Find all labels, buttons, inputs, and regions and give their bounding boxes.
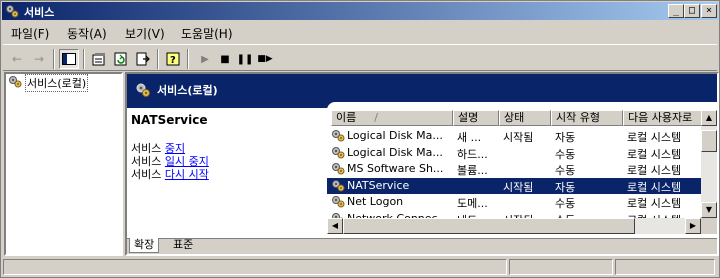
- help-icon[interactable]: ?: [163, 49, 183, 69]
- cell-logon-as: 로컬 시스템: [627, 147, 682, 161]
- vertical-scrollbar[interactable]: ▲ ▼: [701, 110, 717, 218]
- table-row[interactable]: MS Software Sh... 볼륨... 수동 로컬 시스템: [327, 161, 705, 177]
- menu-action[interactable]: 동작(A): [67, 25, 107, 42]
- cell-logon-as: 로컬 시스템: [627, 197, 682, 210]
- service-gear-icon: [331, 146, 345, 162]
- menu-help[interactable]: 도움말(H): [181, 25, 233, 42]
- restart-service-link[interactable]: 다시 시작: [165, 168, 209, 181]
- status-panel-3: [615, 259, 715, 275]
- horizontal-scrollbar[interactable]: ◀ ▶: [327, 218, 701, 234]
- status-bar: [3, 258, 717, 276]
- cell-name: Logical Disk Ma...: [347, 129, 443, 142]
- table-row[interactable]: Net Logon 도메... 수동 로컬 시스템: [327, 194, 705, 210]
- cell-logon-as: 로컬 시스템: [627, 180, 682, 194]
- details-pane: 서비스(로컬) NATService 서비스 중지 서비스 일시 중지 서비스 …: [125, 72, 719, 256]
- toolbar: ← → ? ▶ ■ ❚❚ ■▶: [3, 44, 717, 71]
- maximize-button[interactable]: □: [684, 4, 700, 18]
- status-panel-2: [509, 259, 613, 275]
- scroll-up-button[interactable]: ▲: [701, 110, 717, 126]
- export-list-icon[interactable]: [133, 49, 153, 69]
- action-restart: 서비스 다시 시작: [131, 166, 209, 182]
- cell-status: 시작됨: [503, 180, 534, 194]
- scrollbar-corner: [701, 218, 717, 234]
- service-gear-icon: [331, 195, 345, 211]
- cell-startup-type: 자동: [555, 180, 576, 194]
- scroll-thumb[interactable]: [701, 130, 717, 152]
- pause-service-icon[interactable]: ❚❚: [235, 49, 255, 69]
- service-gear-icon: [331, 129, 345, 145]
- cell-startup-type: 수동: [555, 164, 576, 177]
- cell-name: Net Logon: [347, 195, 404, 208]
- column-label: 이름: [336, 111, 357, 124]
- services-gear-icon: [135, 82, 151, 101]
- scroll-down-button[interactable]: ▼: [701, 202, 717, 218]
- services-gear-icon: [5, 4, 19, 18]
- toolbar-separator: [157, 49, 159, 69]
- service-gear-icon: [331, 162, 345, 178]
- column-header-startup-type[interactable]: 시작 유형: [551, 110, 623, 126]
- table-row[interactable]: NATService 시작됨 자동 로컬 시스템: [327, 177, 705, 195]
- restart-service-icon[interactable]: ■▶: [255, 49, 275, 69]
- cell-startup-type: 수동: [555, 147, 576, 161]
- services-window: 서비스 _ □ × 파일(F) 동작(A) 보기(V) 도움말(H) ← → ?: [0, 0, 720, 278]
- services-list: 이름 / 설명 상태 시작 유형 다음 사용자로 Logical Disk Ma.…: [327, 102, 717, 236]
- back-arrow-icon[interactable]: ←: [7, 49, 27, 69]
- services-gear-icon: [8, 75, 22, 91]
- table-row[interactable]: Logical Disk Ma... 하드... 수동 로컬 시스템: [327, 145, 705, 161]
- start-service-icon[interactable]: ▶: [195, 49, 215, 69]
- cell-logon-as: 로컬 시스템: [627, 131, 682, 144]
- action-prefix: 서비스: [131, 168, 165, 181]
- cell-description: 새 ...: [457, 131, 482, 144]
- show-hide-tree-icon[interactable]: [59, 49, 79, 69]
- toolbar-separator: [83, 49, 85, 69]
- svg-text:?: ?: [170, 55, 176, 66]
- menu-file[interactable]: 파일(F): [11, 25, 49, 42]
- service-info-panel: NATService 서비스 중지 서비스 일시 중지 서비스 다시 시작: [131, 110, 327, 240]
- view-tabs: 확장 표준: [127, 238, 717, 254]
- cell-logon-as: 로컬 시스템: [627, 164, 682, 177]
- table-row[interactable]: Logical Disk Ma... 새 ... 시작됨 자동 로컬 시스템: [327, 128, 705, 144]
- cell-status: 시작됨: [503, 131, 534, 144]
- tab-standard[interactable]: 표준: [169, 238, 197, 253]
- menu-bar: 파일(F) 동작(A) 보기(V) 도움말(H): [3, 22, 717, 42]
- forward-arrow-icon[interactable]: →: [29, 49, 49, 69]
- cell-name: Logical Disk Ma...: [347, 145, 443, 159]
- refresh-icon[interactable]: [111, 49, 131, 69]
- tab-extended[interactable]: 확장: [129, 238, 160, 253]
- horizontal-scroll-thumb[interactable]: [343, 218, 635, 234]
- cell-name: NATService: [347, 178, 410, 192]
- cell-startup-type: 수동: [555, 197, 576, 210]
- tree-item-label: 서비스(로컬): [25, 74, 89, 92]
- stop-service-icon[interactable]: ■: [215, 49, 235, 69]
- menu-view[interactable]: 보기(V): [125, 25, 165, 42]
- status-panel-main: [3, 259, 507, 275]
- selected-service-name: NATService: [131, 113, 208, 127]
- service-gear-icon: [331, 179, 345, 195]
- scroll-right-button[interactable]: ▶: [685, 218, 701, 234]
- column-header-logon-as[interactable]: 다음 사용자로: [623, 110, 705, 126]
- title-bar[interactable]: 서비스 _ □ ×: [2, 2, 718, 20]
- cell-description: 볼륨...: [457, 164, 488, 177]
- tree-item-services-local[interactable]: 서비스(로컬): [8, 74, 89, 92]
- tree-pane: 서비스(로컬): [4, 72, 123, 256]
- column-header-status[interactable]: 상태: [499, 110, 551, 126]
- sort-indicator: /: [374, 111, 378, 124]
- column-headers: 이름 / 설명 상태 시작 유형 다음 사용자로: [327, 110, 717, 126]
- scroll-left-button[interactable]: ◀: [327, 218, 343, 234]
- cell-description: 도메...: [457, 197, 488, 210]
- column-header-name[interactable]: 이름 /: [331, 110, 453, 126]
- properties-icon[interactable]: [89, 49, 109, 69]
- column-header-description[interactable]: 설명: [453, 110, 499, 126]
- window-title: 서비스: [24, 6, 55, 19]
- details-header-title: 서비스(로컬): [157, 84, 218, 97]
- cell-name: MS Software Sh...: [347, 162, 444, 175]
- toolbar-separator: [53, 49, 55, 69]
- toolbar-separator: [187, 49, 189, 69]
- cell-startup-type: 자동: [555, 131, 576, 144]
- close-button[interactable]: ×: [701, 4, 717, 18]
- cell-description: 하드...: [457, 147, 488, 161]
- minimize-button[interactable]: _: [668, 4, 684, 18]
